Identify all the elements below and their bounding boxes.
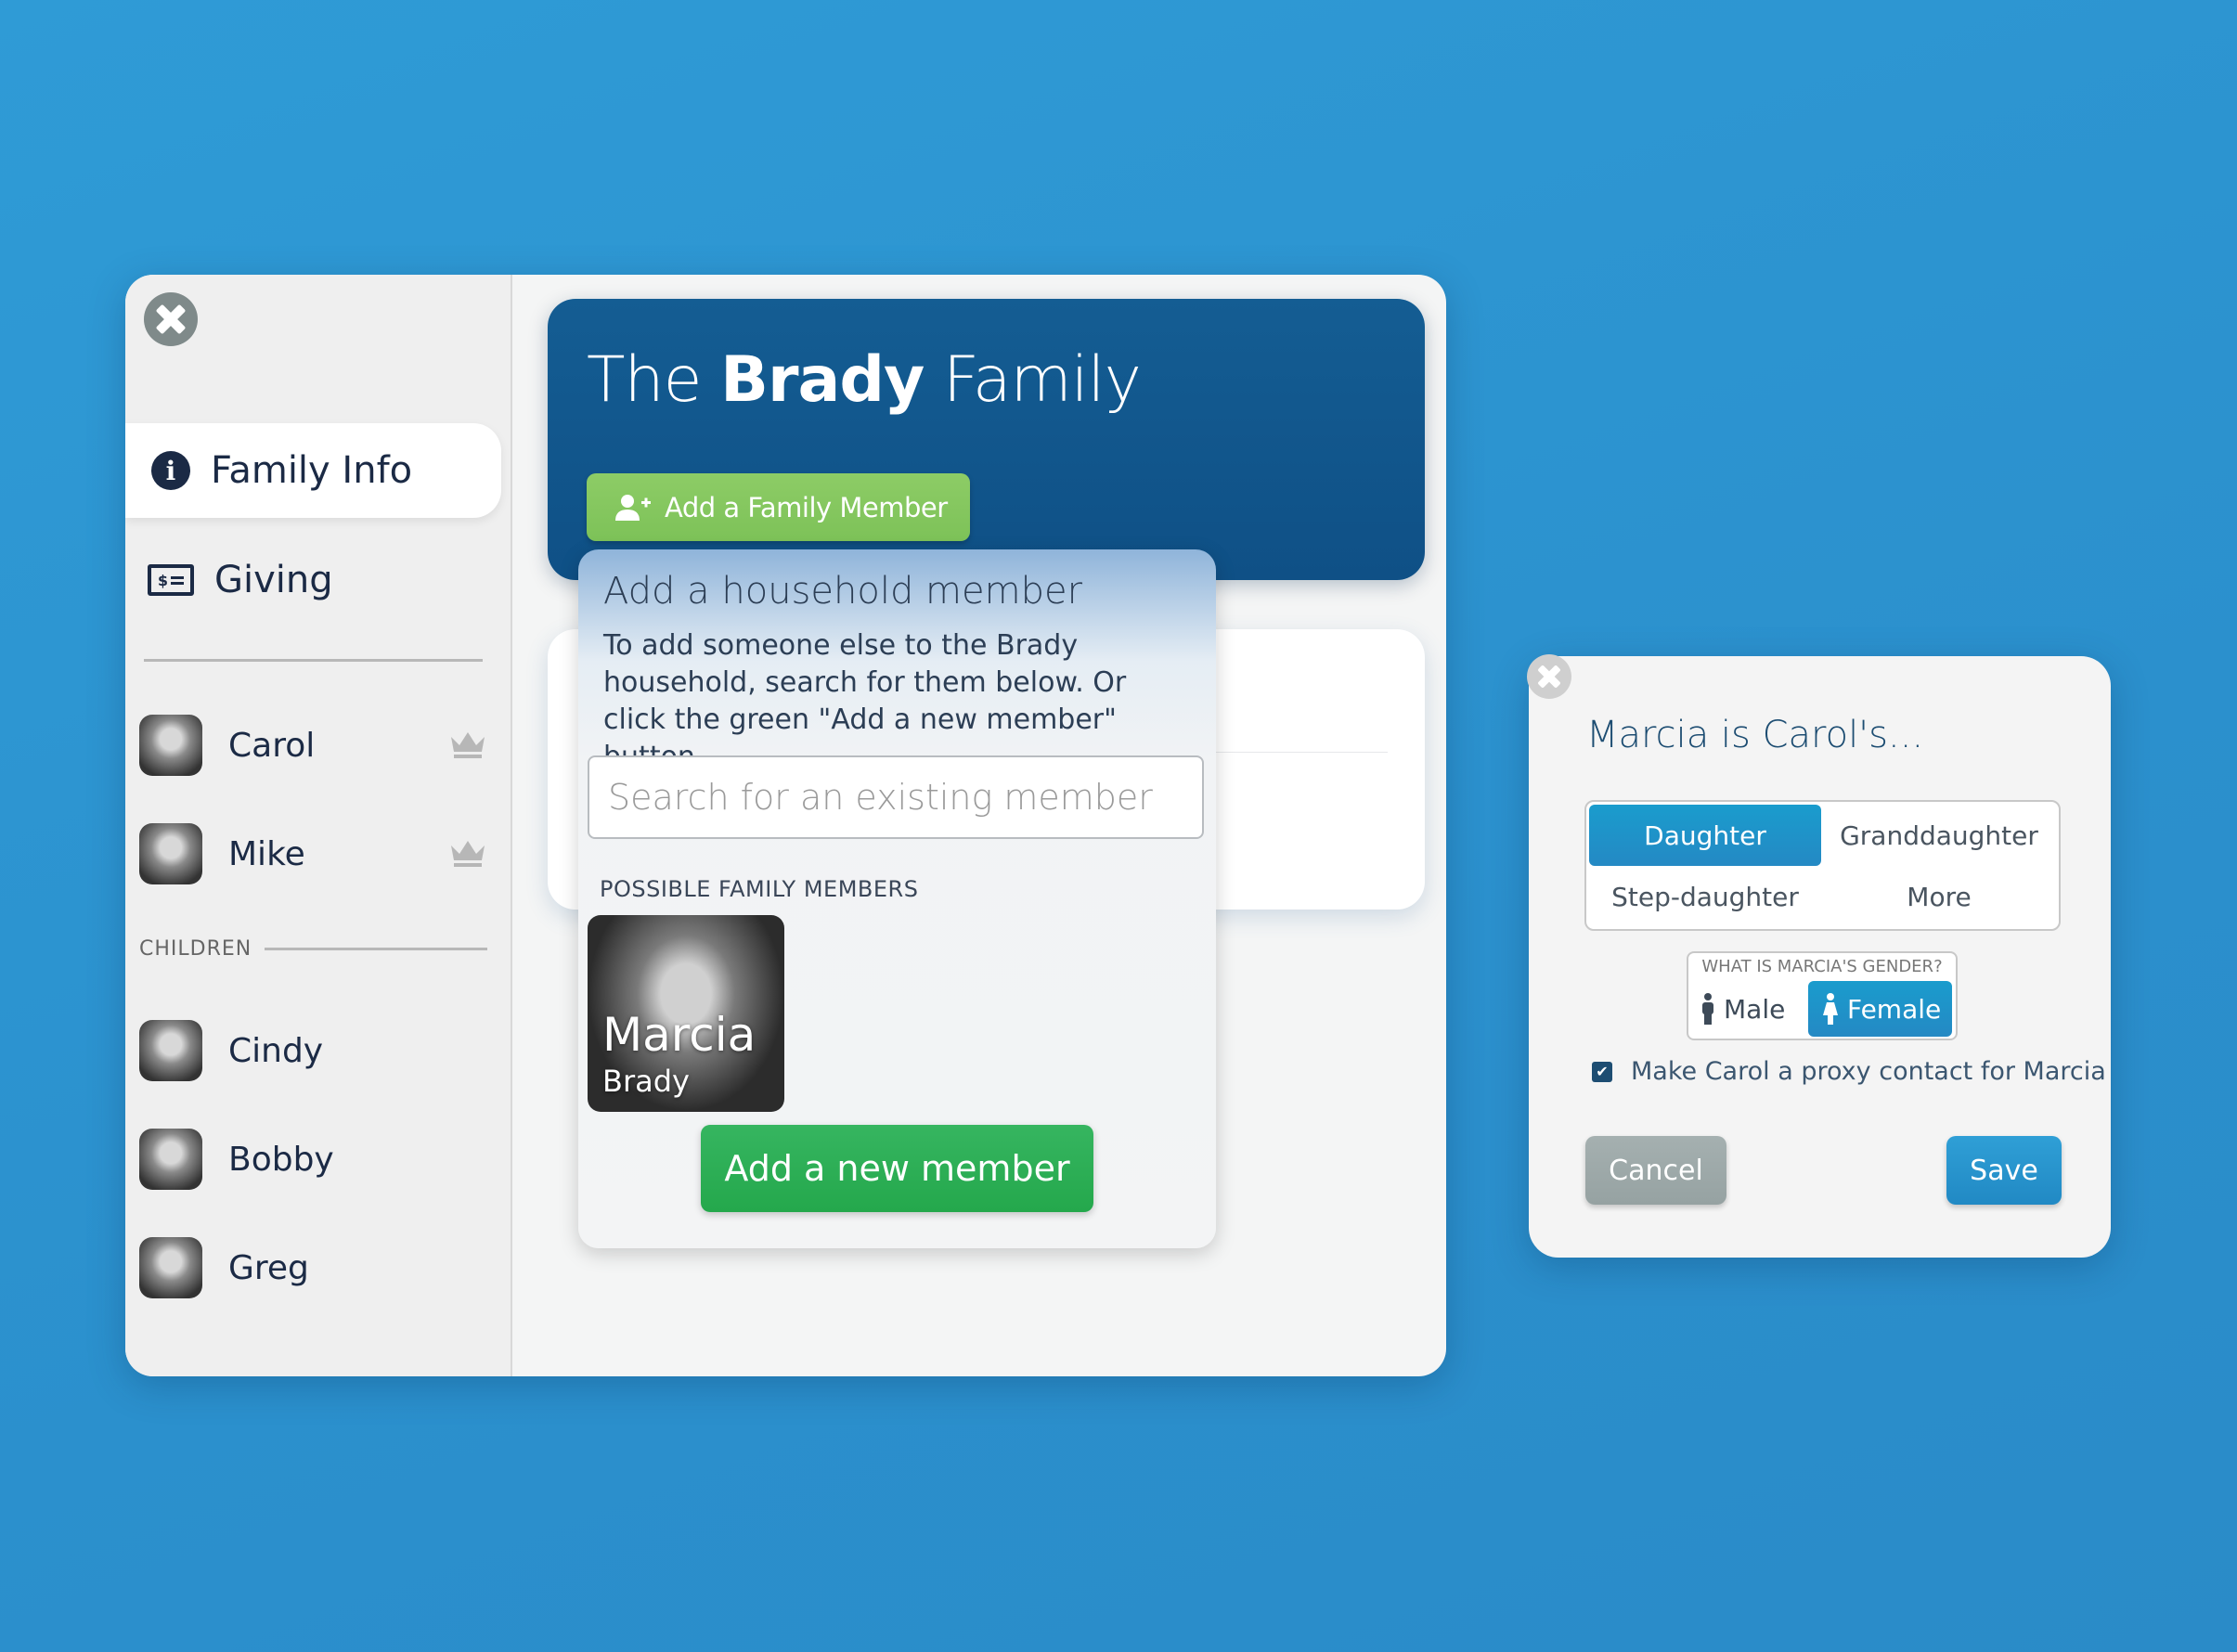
- gender-question: WHAT IS MARCIA'S GENDER?: [1701, 957, 1943, 976]
- close-icon[interactable]: [1527, 654, 1571, 699]
- relationship-option-granddaughter[interactable]: Granddaughter: [1823, 805, 2055, 866]
- member-row-mike[interactable]: Mike: [139, 821, 487, 886]
- possible-members-label: POSSIBLE FAMILY MEMBERS: [600, 876, 919, 902]
- popover-description: To add someone else to the Brady househo…: [603, 629, 1127, 773]
- relationship-option-step-daughter[interactable]: Step-daughter: [1589, 866, 1821, 927]
- add-household-member-popover: Add a household member To add someone el…: [578, 549, 1216, 1248]
- add-new-member-button[interactable]: Add a new member: [701, 1125, 1093, 1212]
- avatar: [139, 1129, 202, 1190]
- gender-selector: WHAT IS MARCIA'S GENDER? Male Female: [1687, 951, 1958, 1040]
- relationship-option-daughter[interactable]: Daughter: [1589, 805, 1821, 866]
- possible-member-card[interactable]: Marcia Brady: [588, 915, 784, 1112]
- avatar: [139, 1237, 202, 1298]
- female-icon: [1823, 993, 1838, 1025]
- family-card: i Family Info $ Giving Carol Mike CHILDR…: [125, 275, 1446, 1376]
- cancel-button[interactable]: Cancel: [1585, 1136, 1726, 1205]
- avatar: [139, 715, 202, 776]
- member-last-name: Brady: [602, 1064, 690, 1099]
- proxy-contact-row: ✔ Make Carol a proxy contact for Marcia: [1592, 1057, 2106, 1086]
- relationship-dialog: Marcia is Carol's... Daughter Granddaugh…: [1527, 654, 2111, 1258]
- member-name: Mike: [228, 834, 305, 873]
- crown-icon: [448, 838, 487, 870]
- family-header: The Brady Family Add a Family Member: [548, 299, 1425, 580]
- sidebar-item-label: Family Info: [211, 449, 413, 492]
- close-icon[interactable]: [144, 292, 198, 346]
- page-title: The Brady Family: [587, 343, 1142, 417]
- member-row-greg[interactable]: Greg: [139, 1235, 487, 1300]
- gender-option-male[interactable]: Male: [1701, 981, 1813, 1037]
- avatar: [139, 1020, 202, 1081]
- member-row-bobby[interactable]: Bobby: [139, 1127, 487, 1192]
- children-section-label: CHILDREN: [139, 937, 487, 961]
- sidebar-divider: [144, 659, 483, 662]
- sidebar-item-giving[interactable]: $ Giving: [125, 533, 501, 627]
- dialog-title: Marcia is Carol's...: [1586, 714, 1924, 756]
- popover-title: Add a household member: [603, 570, 1083, 613]
- sidebar-item-label: Giving: [214, 559, 333, 601]
- relationship-options: Daughter Granddaughter Step-daughter Mor…: [1584, 800, 2061, 931]
- check-money-icon: $: [148, 564, 194, 596]
- add-family-member-button[interactable]: Add a Family Member: [587, 473, 970, 541]
- gender-option-female[interactable]: Female: [1808, 981, 1952, 1037]
- save-button[interactable]: Save: [1946, 1136, 2062, 1205]
- proxy-checkbox[interactable]: ✔: [1592, 1061, 1612, 1082]
- relationship-option-more[interactable]: More: [1823, 866, 2055, 927]
- info-icon: i: [151, 451, 190, 490]
- crown-icon: [448, 729, 487, 761]
- member-name: Bobby: [228, 1140, 334, 1179]
- member-first-name: Marcia: [602, 1008, 756, 1062]
- member-name: Cindy: [228, 1031, 324, 1070]
- member-name: Carol: [228, 726, 316, 765]
- sidebar-item-family-info[interactable]: i Family Info: [125, 423, 501, 518]
- member-row-carol[interactable]: Carol: [139, 713, 487, 778]
- avatar: [139, 823, 202, 884]
- sidebar: i Family Info $ Giving Carol Mike CHILDR…: [125, 275, 512, 1376]
- member-name: Greg: [228, 1248, 309, 1287]
- proxy-label: Make Carol a proxy contact for Marcia: [1631, 1057, 2106, 1086]
- male-icon: [1702, 993, 1713, 1025]
- user-plus-icon: [614, 493, 652, 523]
- member-row-cindy[interactable]: Cindy: [139, 1018, 487, 1083]
- member-search-input[interactable]: [588, 755, 1204, 839]
